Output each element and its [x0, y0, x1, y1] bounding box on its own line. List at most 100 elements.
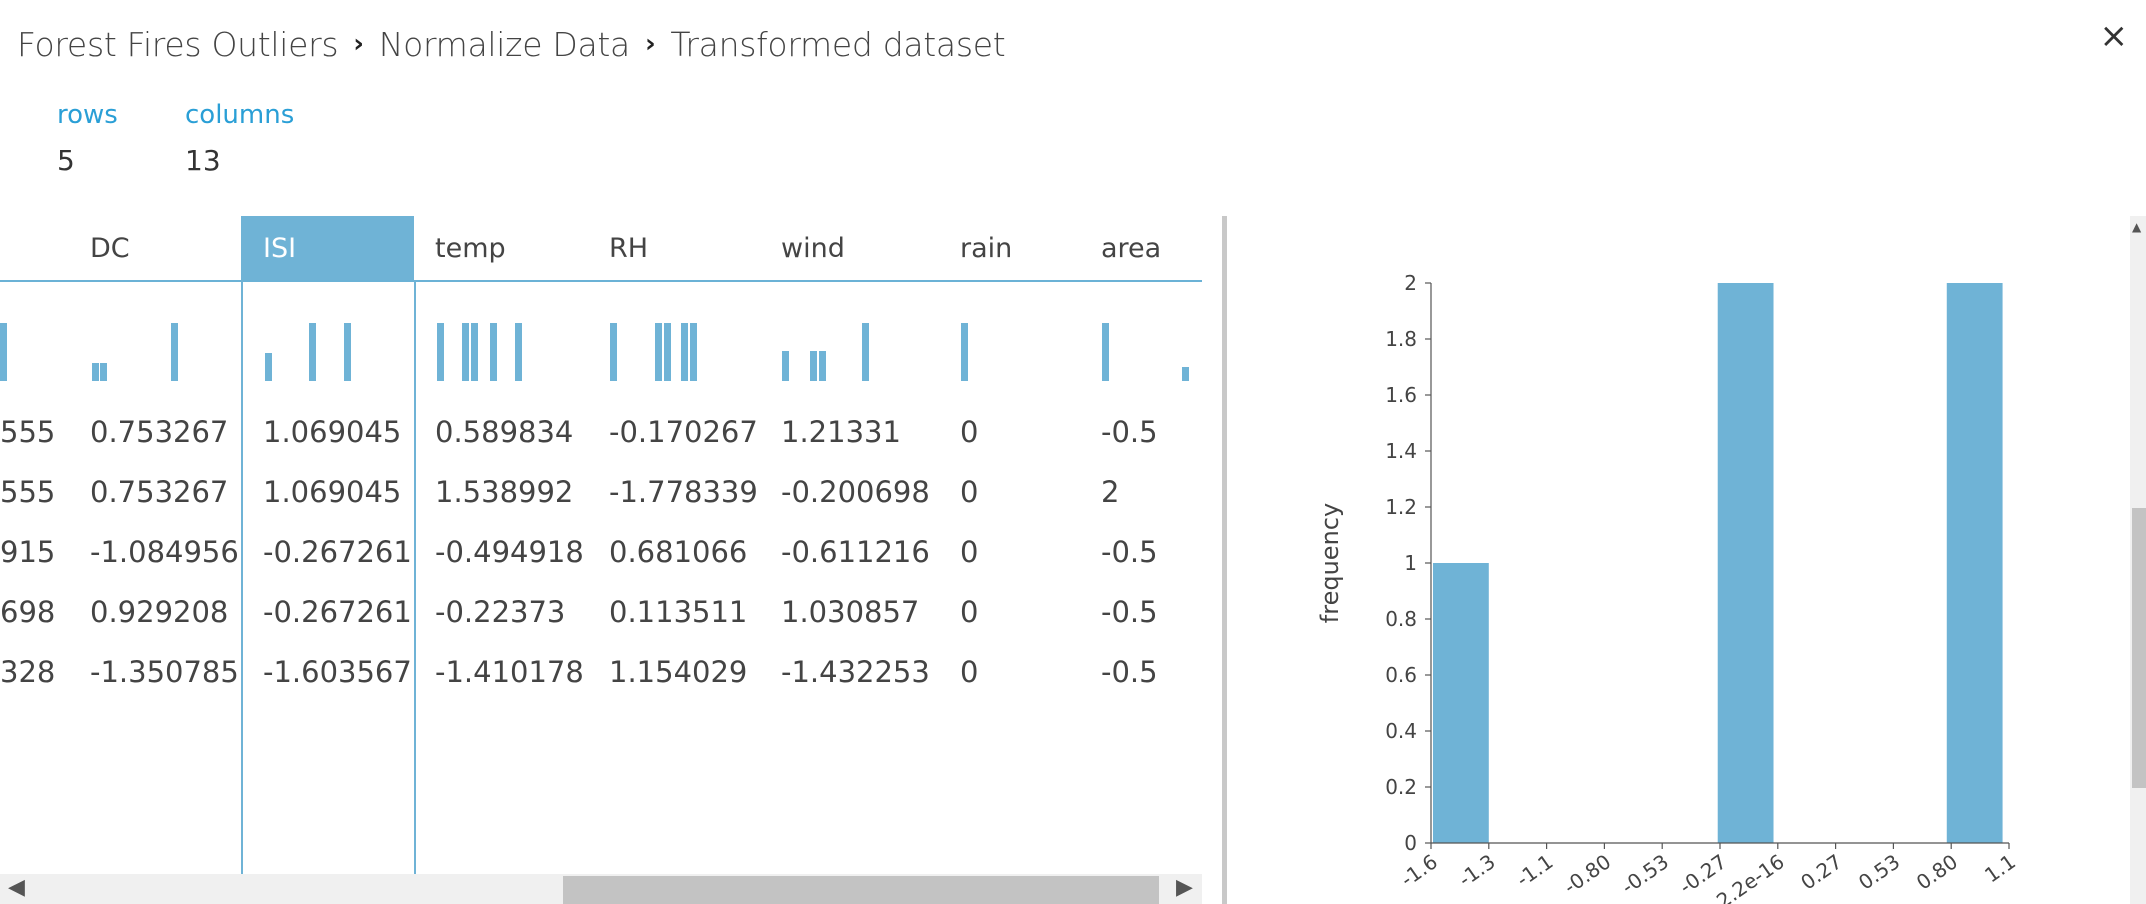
stat-rows: rows 5	[57, 100, 118, 177]
table-cell: 1.538992	[435, 475, 574, 509]
sparkline-bar	[490, 323, 497, 381]
sparkline-bar	[462, 323, 469, 381]
y-tick-label: 1	[1404, 551, 1417, 575]
column-header-dc[interactable]: DC	[90, 216, 130, 280]
breadcrumb: Forest Fires Outliers › Normalize Data ›…	[17, 20, 1006, 68]
table-cell: 1.154029	[609, 655, 748, 689]
histogram-bar	[1946, 283, 2003, 843]
close-icon[interactable]: ×	[2100, 16, 2129, 56]
y-tick-label: 1.4	[1385, 439, 1417, 463]
sparkline-bar	[515, 323, 522, 381]
x-tick-label: -0.80	[1559, 849, 1615, 898]
breadcrumb-item-experiment[interactable]: Forest Fires Outliers	[17, 25, 339, 64]
table-cell: 0	[960, 475, 979, 509]
column-header-area[interactable]: area	[1101, 216, 1161, 280]
y-axis-label: frequency	[1316, 503, 1344, 623]
table-cell: 0.753267	[90, 415, 229, 449]
column-header-rh[interactable]: RH	[609, 216, 648, 280]
table-cell: 555	[0, 415, 56, 449]
stat-rows-value: 5	[57, 144, 75, 177]
chevron-right-icon: ›	[353, 29, 364, 59]
table-cell: -1.432253	[781, 655, 930, 689]
x-tick-label: 0.27	[1796, 849, 1846, 894]
column-header-rain[interactable]: rain	[960, 216, 1012, 280]
sparkline-bar	[100, 363, 107, 381]
sparkline-bar	[681, 323, 688, 381]
x-tick-label: 1.1	[1980, 849, 2020, 887]
table-cell: 915	[0, 535, 56, 569]
sparkline-bar	[655, 323, 662, 381]
stat-columns-value: 13	[185, 144, 221, 177]
sparkline-bar	[610, 323, 617, 381]
table-cell: 0	[960, 535, 979, 569]
sparkline-bar	[437, 323, 444, 381]
table-cell: 0.753267	[90, 475, 229, 509]
sparkline-bar	[690, 323, 697, 381]
column-header-isi[interactable]: ISI	[263, 216, 296, 280]
column-header-temp[interactable]: temp	[435, 216, 506, 280]
y-tick-label: 1.6	[1385, 383, 1417, 407]
sparkline-bar	[171, 323, 178, 381]
table-cell: -0.200698	[781, 475, 930, 509]
table-cell: -0.5	[1101, 415, 1158, 449]
table-cell: -0.5	[1101, 535, 1158, 569]
sparkline-bar	[1182, 367, 1189, 381]
stat-columns: columns 13	[185, 100, 294, 177]
x-tick-label: -1.6	[1396, 849, 1442, 891]
table-cell: 0	[960, 415, 979, 449]
sparkline-bar	[344, 323, 351, 381]
table-cell: -1.603567	[263, 655, 412, 689]
header-divider	[0, 280, 1202, 282]
table-cell: 1.030857	[781, 595, 920, 629]
y-tick-label: 0.2	[1385, 775, 1417, 799]
sparkline-bar	[664, 323, 671, 381]
table-cell: 1.069045	[263, 415, 402, 449]
y-tick-label: 0.6	[1385, 663, 1417, 687]
table-cell: 328	[0, 655, 56, 689]
table-cell: -0.267261	[263, 595, 412, 629]
y-tick-label: 2	[1404, 271, 1417, 295]
table-cell: -1.410178	[435, 655, 584, 689]
sparkline-bar	[862, 323, 869, 381]
y-tick-label: 0.4	[1385, 719, 1417, 743]
scrollbar-thumb[interactable]	[2132, 508, 2146, 788]
breadcrumb-item-module[interactable]: Normalize Data	[379, 25, 631, 64]
scroll-right-icon[interactable]: ▶	[1176, 875, 1193, 900]
sparkline-bar	[471, 323, 478, 381]
breadcrumb-item-output: Transformed dataset	[670, 24, 1006, 64]
y-tick-label: 0	[1404, 831, 1417, 855]
table-cell: 555	[0, 475, 56, 509]
sparkline-bar	[0, 323, 7, 381]
sparkline-bar	[92, 363, 99, 381]
x-tick-label: -1.3	[1454, 849, 1500, 891]
histogram-bar	[1717, 283, 1774, 843]
sparkline-bar	[265, 353, 272, 381]
scrollbar-thumb[interactable]	[563, 876, 1159, 904]
column-header-wind[interactable]: wind	[781, 216, 845, 280]
sparkline-bar	[309, 323, 316, 381]
x-tick-label: -0.53	[1617, 849, 1673, 898]
sparkline-bar	[961, 323, 968, 381]
table-cell: -0.494918	[435, 535, 584, 569]
table-cell: -1.778339	[609, 475, 758, 509]
pane-divider[interactable]	[1222, 216, 1227, 904]
stat-columns-label: columns	[185, 100, 295, 130]
table-cell: -0.5	[1101, 655, 1158, 689]
histogram-chart: 00.20.40.60.811.21.41.61.82-1.6 -1.3 -1.1-…	[1316, 271, 2020, 904]
scroll-left-icon[interactable]: ◀	[8, 875, 25, 900]
vertical-scrollbar[interactable]: ▲	[2130, 216, 2146, 904]
table-cell: 0.929208	[90, 595, 229, 629]
table-cell: -0.170267	[609, 415, 758, 449]
table-cell: 698	[0, 595, 56, 629]
x-tick-label: 0.53	[1854, 849, 1904, 894]
table-cell: 0.113511	[609, 595, 748, 629]
y-tick-label: 0.8	[1385, 607, 1417, 631]
table-cell: -1.350785	[90, 655, 239, 689]
table-cell: 0	[960, 595, 979, 629]
scroll-up-icon[interactable]: ▲	[2132, 220, 2141, 234]
table-cell: -1.084956	[90, 535, 239, 569]
table-cell: -0.22373	[435, 595, 566, 629]
table-cell: 0	[960, 655, 979, 689]
horizontal-scrollbar[interactable]: ◀ ▶	[0, 874, 1202, 904]
table-cell: 2	[1101, 475, 1120, 509]
